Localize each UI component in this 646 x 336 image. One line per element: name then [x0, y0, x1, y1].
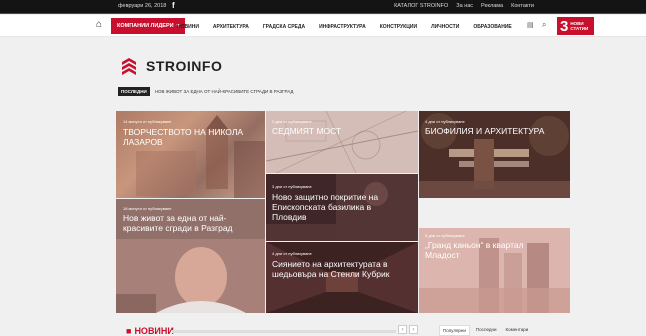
logo-text: STROINFO	[146, 58, 223, 74]
section-divider	[172, 330, 396, 333]
logo-icon	[122, 58, 136, 75]
article-title[interactable]: БИОФИЛИЯ И АРХИТЕКТУРА	[425, 126, 544, 136]
newspaper-icon[interactable]: ▤	[527, 21, 534, 29]
article-title[interactable]: „Гранд каньон“ в квартал Младост	[425, 240, 535, 260]
article-time: 4 дни от публикуване	[272, 251, 312, 256]
search-icon[interactable]: ⌕	[542, 20, 546, 30]
nav-item-constructions[interactable]: КОНСТРУКЦИИ	[380, 24, 417, 30]
nav-item-news[interactable]: НОВИНИ	[177, 24, 199, 30]
featured-article-6[interactable]: 4 дни от публикуване Сиянието на архитек…	[266, 242, 418, 313]
featured-article-2[interactable]: 2 дни от публикуване СЕДМИЯТ МОСТ	[266, 111, 418, 173]
section-pager: ‹ ›	[398, 325, 418, 334]
featured-article-4[interactable]: 3 дни от публикуване Ново защитно покрит…	[266, 174, 418, 241]
tab-latest[interactable]: Последни	[473, 325, 500, 336]
new-articles-count: 3	[560, 17, 569, 35]
main-nav: ⌂ КОМПАНИИ ЛИДЕРИ ▾ НОВИНИ АРХИТЕКТУРА Г…	[0, 15, 646, 37]
top-link-catalog[interactable]: КАТАЛОГ STROINFO	[394, 3, 448, 9]
section-title-text: НОВИНИ	[134, 326, 174, 336]
nav-featured-label: КОМПАНИИ ЛИДЕРИ	[117, 23, 174, 29]
nav-item-urban[interactable]: ГРАДСКА СРЕДА	[263, 24, 305, 30]
site-logo[interactable]: STROINFO	[118, 55, 222, 77]
nav-item-personalities[interactable]: ЛИЧНОСТИ	[431, 24, 459, 30]
article-title[interactable]: СЕДМИЯТ МОСТ	[272, 126, 341, 136]
top-link-ads[interactable]: Реклама	[481, 3, 503, 9]
nav-items: НОВИНИ АРХИТЕКТУРА ГРАДСКА СРЕДА ИНФРАСТ…	[177, 24, 512, 30]
news-section-title: ■ НОВИНИ	[126, 326, 174, 336]
article-time: 3 дни от публикуване	[272, 184, 312, 189]
facebook-icon[interactable]: f	[172, 1, 175, 10]
tab-comments[interactable]: Коментари	[503, 325, 532, 336]
article-time: 4 дни от публикуване	[425, 119, 465, 124]
featured-article-7[interactable]: 5 дни от публикуване „Гранд каньон“ в кв…	[419, 228, 570, 313]
article-time: 14 минути от публикуване	[123, 119, 172, 124]
article-title[interactable]: Ново защитно покритие на Епископската ба…	[272, 192, 397, 222]
square-icon: ■	[126, 326, 132, 336]
home-icon[interactable]: ⌂	[96, 19, 102, 30]
top-link-about[interactable]: За нас	[456, 3, 473, 9]
tab-popular[interactable]: Популярни	[439, 325, 470, 336]
article-time: 18 минути от публикуване	[123, 206, 172, 211]
nav-item-infrastructure[interactable]: ИНФРАСТРУКТУРА	[319, 24, 366, 30]
featured-article-3[interactable]: 4 дни от публикуване БИОФИЛИЯ И АРХИТЕКТ…	[419, 111, 570, 198]
article-time: 5 дни от публикуване	[425, 233, 465, 238]
top-links: КАТАЛОГ STROINFO За нас Реклама Контакти	[394, 3, 534, 9]
new-articles-label: НОВИ СТАТИИ	[570, 21, 589, 31]
nav-item-education[interactable]: ОБРАЗОВАНИЕ	[473, 24, 511, 30]
photo-falling-water	[419, 111, 570, 198]
nav-featured-companies[interactable]: КОМПАНИИ ЛИДЕРИ ▾	[111, 18, 186, 34]
photo-old-buildings	[116, 111, 265, 198]
featured-article-5[interactable]: 18 минути от публикуване Нов живот за ед…	[116, 199, 265, 313]
prev-button[interactable]: ‹	[398, 325, 407, 334]
new-articles-badge[interactable]: 3 НОВИ СТАТИИ	[557, 17, 594, 35]
article-title[interactable]: Сиянието на архитектурата в шедьовъра на…	[272, 259, 412, 279]
current-date: февруари 26, 2018	[118, 3, 167, 9]
ticker-tag: ПОСЛЕДНИ	[118, 87, 150, 96]
featured-article-1[interactable]: 14 минути от публикуване ТВОРЧЕСТВОТО НА…	[116, 111, 265, 198]
breaking-ticker: ПОСЛЕДНИ НОВ ЖИВОТ ЗА ЕДНА ОТ НАЙ-КРАСИВ…	[118, 87, 293, 96]
ticker-text[interactable]: НОВ ЖИВОТ ЗА ЕДНА ОТ НАЙ-КРАСИВИТЕ СГРАД…	[155, 89, 294, 94]
sidebar-tabs: Популярни Последни Коментари	[439, 325, 531, 336]
next-button[interactable]: ›	[409, 325, 418, 334]
article-title[interactable]: Нов живот за една от най-красивите сград…	[123, 213, 253, 233]
top-bar: февруари 26, 2018 f КАТАЛОГ STROINFO За …	[0, 0, 646, 14]
nav-item-architecture[interactable]: АРХИТЕКТУРА	[213, 24, 249, 30]
article-title[interactable]: ТВОРЧЕСТВОТО НА НИКОЛА ЛАЗАРОВ	[123, 127, 253, 147]
top-link-contacts[interactable]: Контакти	[511, 3, 534, 9]
article-time: 2 дни от публикуване	[272, 119, 312, 124]
